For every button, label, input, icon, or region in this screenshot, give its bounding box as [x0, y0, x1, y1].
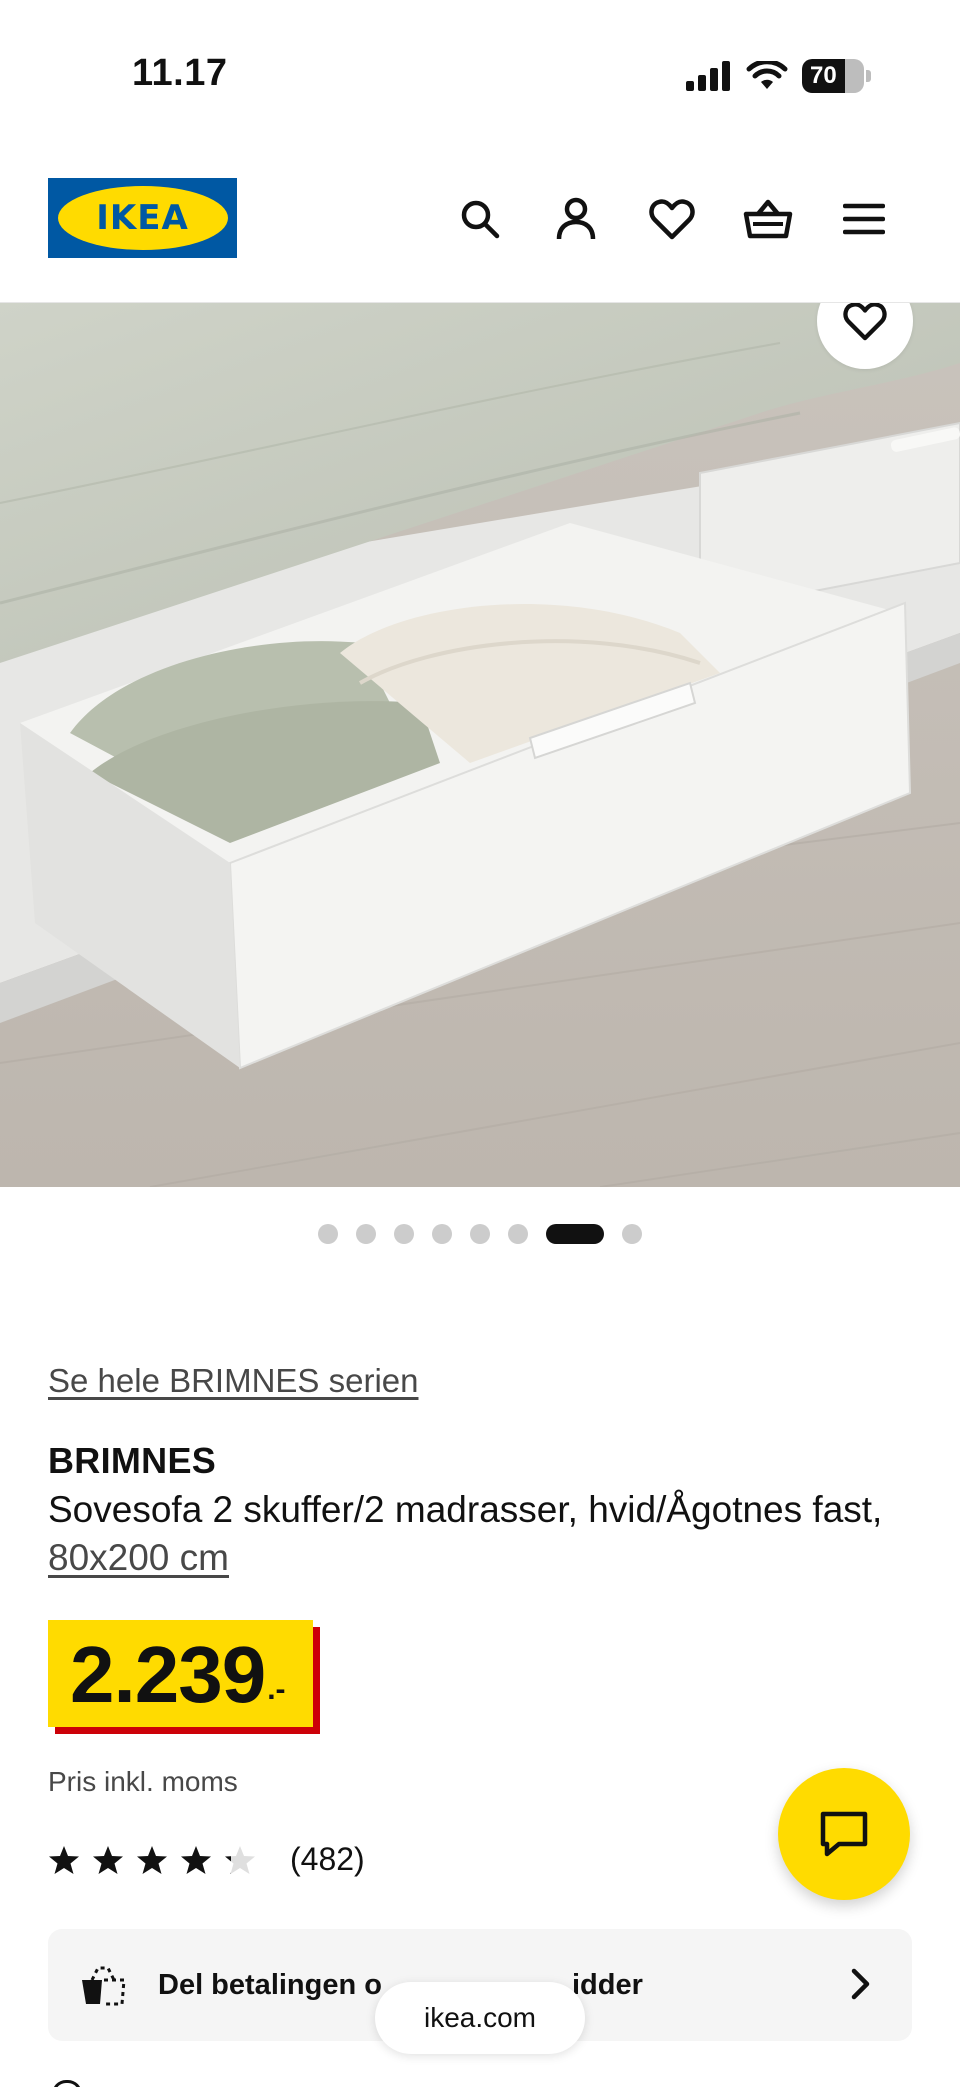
star-icon	[93, 1845, 123, 1874]
menu-icon[interactable]	[839, 194, 889, 244]
gallery-pagination	[0, 1224, 960, 1244]
payment-icon	[82, 1966, 126, 2006]
next-section-icon	[52, 2080, 82, 2087]
search-icon[interactable]	[455, 194, 505, 244]
account-icon[interactable]	[551, 194, 601, 244]
chat-icon	[820, 1811, 868, 1857]
status-time: 11.17	[132, 52, 228, 94]
status-icons: 70	[686, 56, 871, 96]
signal-icon	[686, 61, 730, 91]
favourites-icon[interactable]	[647, 194, 697, 244]
status-bar: 11.17 70	[0, 0, 960, 150]
gallery-dot[interactable]	[394, 1224, 414, 1244]
product-description: Sovesofa 2 skuffer/2 madrasser, hvid/Ågo…	[48, 1486, 908, 1582]
size-link[interactable]: 80x200 cm	[48, 1537, 229, 1578]
heart-icon	[843, 303, 887, 341]
price-tag: 2.239 .-	[48, 1620, 320, 1734]
product-image[interactable]	[0, 303, 960, 1187]
payment-label-end: idder	[571, 1968, 643, 2001]
gallery-dot[interactable]	[318, 1224, 338, 1244]
gallery-dot[interactable]	[508, 1224, 528, 1244]
gallery-dot[interactable]	[432, 1224, 452, 1244]
product-name: BRIMNES	[48, 1440, 217, 1481]
product-photo	[0, 303, 960, 1187]
payment-label-start: Del betalingen o	[158, 1968, 382, 2001]
logo-text: IKEA	[96, 198, 189, 238]
header-actions	[455, 194, 889, 244]
star-icon	[181, 1845, 211, 1874]
price-suffix: .-	[267, 1673, 286, 1706]
battery-level: 70	[810, 62, 837, 89]
product-rating[interactable]: (482)	[48, 1841, 365, 1878]
gallery-dot[interactable]	[622, 1224, 642, 1244]
gallery-dot[interactable]	[356, 1224, 376, 1244]
review-count[interactable]: (482)	[290, 1841, 365, 1878]
vat-note: Pris inkl. moms	[48, 1766, 238, 1797]
star-icon	[225, 1845, 255, 1874]
gallery-dot[interactable]	[546, 1224, 604, 1244]
product-description-text: Sovesofa 2 skuffer/2 madrasser, hvid/Ågo…	[48, 1489, 883, 1530]
browser-url-pill[interactable]: ikea.com	[375, 1982, 585, 2054]
rating-stars	[48, 1845, 256, 1875]
site-header: IKEA	[0, 150, 960, 303]
series-link[interactable]: Se hele BRIMNES serien	[48, 1362, 419, 1400]
logo-ellipse: IKEA	[57, 186, 228, 250]
basket-icon[interactable]	[743, 194, 793, 244]
price-box: 2.239 .-	[48, 1620, 313, 1727]
star-icon	[137, 1845, 167, 1874]
wifi-icon	[746, 61, 788, 89]
gallery-dot[interactable]	[470, 1224, 490, 1244]
browser-url: ikea.com	[423, 2002, 537, 2033]
star-icon	[49, 1845, 79, 1874]
battery-icon: 70	[802, 59, 864, 93]
price-value: 2.239	[70, 1630, 266, 1719]
chevron-right-icon	[851, 1968, 870, 2000]
chat-button[interactable]	[778, 1768, 910, 1900]
ikea-logo[interactable]: IKEA	[48, 178, 237, 258]
